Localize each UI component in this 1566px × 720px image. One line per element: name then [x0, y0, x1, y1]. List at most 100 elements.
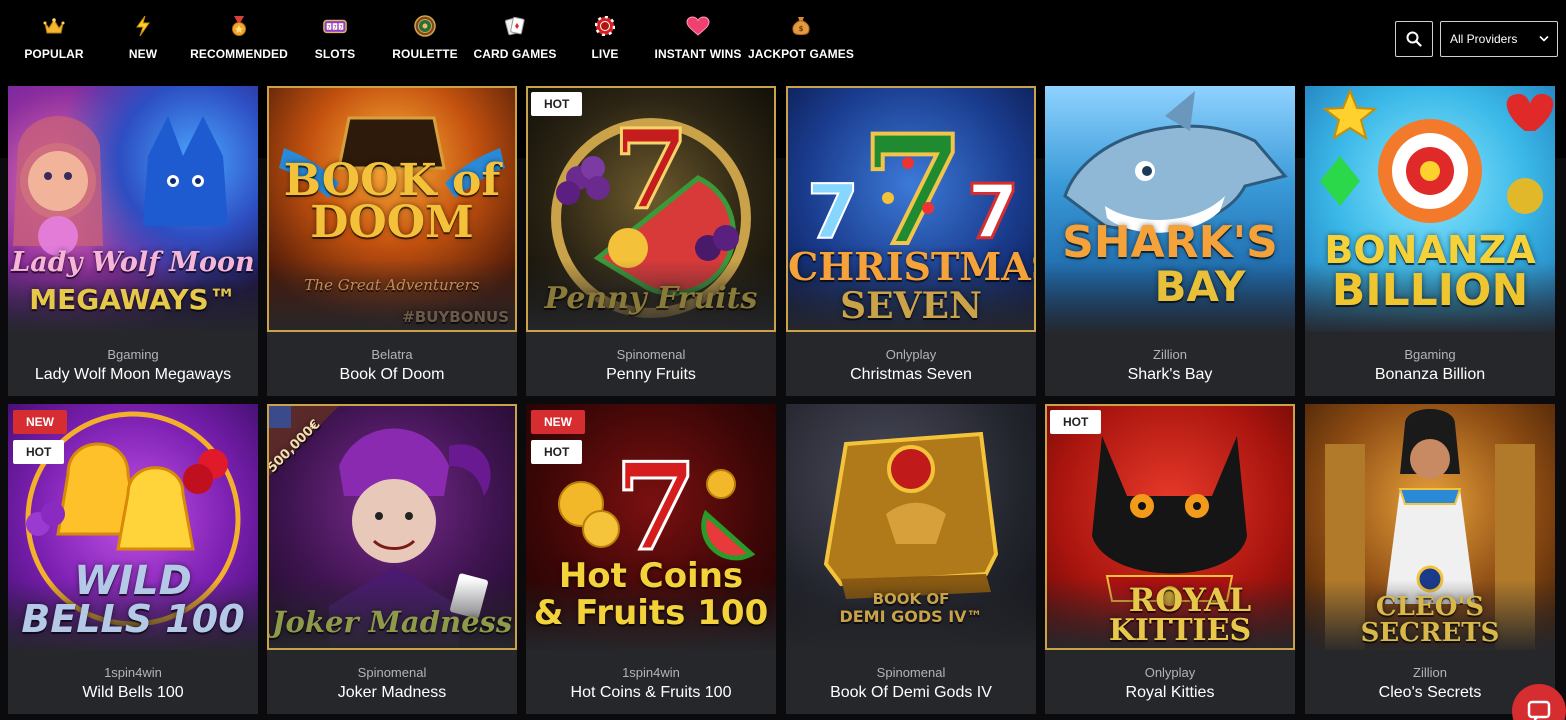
art-logo: Hot Coins: [558, 556, 744, 596]
svg-text:7: 7: [327, 25, 331, 31]
nav-item-slots[interactable]: 777 SLOTS: [314, 0, 356, 86]
chip-icon: [593, 14, 617, 38]
art-logo-sub: The Great Adventurers: [304, 276, 480, 294]
game-card[interactable]: Lady Wolf Moon MEGAWAYS™ Bgaming Lady Wo…: [8, 86, 258, 396]
game-provider: 1spin4win: [104, 665, 162, 680]
new-badge: NEW: [13, 410, 67, 434]
game-thumbnail: 7 Penny Fruits: [526, 86, 776, 332]
art-logo: WILD: [74, 558, 192, 604]
search-button[interactable]: [1395, 21, 1433, 57]
game-title: Royal Kitties: [1125, 684, 1215, 701]
art-logo-sub: MEGAWAYS™: [29, 283, 237, 316]
crown-icon: [42, 14, 66, 38]
game-provider: Spinomenal: [876, 665, 946, 680]
game-card[interactable]: BOOK OF DEMI GODS IV™ Spinomenal Book Of…: [786, 404, 1036, 714]
hot-badge: HOT: [1050, 410, 1102, 434]
search-icon: [1406, 31, 1422, 47]
game-title: Hot Coins & Fruits 100: [570, 684, 732, 701]
nav-item-roulette[interactable]: ROULETTE: [392, 0, 458, 86]
game-provider: Zillion: [1153, 347, 1187, 362]
game-provider: Spinomenal: [357, 665, 427, 680]
art-logo-sub: BILLION: [1331, 265, 1529, 316]
art-logo: BONANZA: [1324, 228, 1536, 272]
nav-item-instant-wins[interactable]: INSTANT WINS: [655, 0, 741, 86]
game-card[interactable]: 7 7 7 CHRISTMAS SEVEN Onlyplay Christmas…: [786, 86, 1036, 396]
nav-label: ROULETTE: [392, 47, 458, 61]
art-logo-sub: & Fruits 100: [533, 593, 769, 633]
nav-label: JACKPOT GAMES: [748, 47, 854, 61]
nav-label: LIVE: [591, 47, 619, 61]
game-provider: 1spin4win: [622, 665, 680, 680]
game-title: Book Of Demi Gods IV: [830, 684, 992, 701]
game-thumbnail: ROYAL KITTIES: [1045, 404, 1295, 650]
art-logo: CHRISTMAS: [788, 244, 1036, 289]
game-card[interactable]: BONANZA BILLION Bgaming Bonanza Billion: [1305, 86, 1555, 396]
nav-item-popular[interactable]: POPULAR: [24, 0, 84, 86]
game-provider: Bgaming: [107, 347, 159, 362]
art-logo: ROYAL: [1128, 581, 1252, 619]
game-card[interactable]: 7 Penny Fruits HOT Spinomenal Penny Frui…: [526, 86, 776, 396]
money-bag-icon: $: [789, 14, 813, 38]
game-card[interactable]: CLEO'S SECRETS Zillion Cleo's Secrets: [1305, 404, 1555, 714]
game-card[interactable]: ROYAL KITTIES HOT Onlyplay Royal Kitties: [1045, 404, 1295, 714]
art-tag: #BUYBONUS: [402, 308, 509, 326]
game-thumbnail: 500,000€ Joker Madness: [267, 404, 517, 650]
roulette-icon: [413, 14, 437, 38]
game-card[interactable]: SHARK'S BAY Zillion Shark's Bay: [1045, 86, 1295, 396]
art-logo: Penny Fruits: [544, 281, 758, 316]
nav-label: NEW: [128, 47, 158, 61]
svg-text:7: 7: [333, 25, 337, 31]
hot-badge: HOT: [531, 92, 583, 116]
provider-select[interactable]: All Providers: [1440, 21, 1558, 57]
game-title: Lady Wolf Moon Megaways: [34, 366, 232, 383]
art-logo-sub: BAY: [1154, 262, 1246, 311]
nav-label: SLOTS: [314, 47, 356, 61]
hot-badge: HOT: [531, 440, 583, 464]
game-provider: Spinomenal: [616, 347, 686, 362]
new-badge: NEW: [531, 410, 585, 434]
art-logo-sub: KITTIES: [1108, 613, 1252, 648]
svg-text:$: $: [799, 25, 804, 33]
game-card[interactable]: WILD BELLS 100 NEW HOT 1spin4win Wild Be…: [8, 404, 258, 714]
svg-text:7: 7: [339, 25, 343, 31]
game-thumbnail: BONANZA BILLION: [1305, 86, 1555, 332]
game-title: Book Of Doom: [339, 366, 445, 383]
nav-item-recommended[interactable]: RECOMMENDED: [190, 0, 288, 86]
game-thumbnail: Lady Wolf Moon MEGAWAYS™: [8, 86, 258, 332]
game-card[interactable]: BOOK of DOOM The Great Adventurers #BUYB…: [267, 86, 517, 396]
nav-item-jackpot-games[interactable]: $ JACKPOT GAMES: [748, 0, 854, 86]
cards-icon: [503, 14, 527, 38]
game-title: Penny Fruits: [606, 366, 696, 383]
nav-label: POPULAR: [24, 47, 84, 61]
nav-item-new[interactable]: NEW: [128, 0, 158, 86]
nav-label: CARD GAMES: [473, 47, 557, 61]
game-card[interactable]: 500,000€ Joker Madness Spinomenal Joker …: [267, 404, 517, 714]
art-logo: Lady Wolf Moon: [11, 247, 255, 278]
game-title: Bonanza Billion: [1374, 366, 1486, 383]
heart-icon: [686, 14, 710, 38]
hot-badge: HOT: [13, 440, 65, 464]
art-logo-sub: BELLS 100: [21, 597, 245, 641]
game-provider: Onlyplay: [1144, 665, 1196, 680]
nav-label: INSTANT WINS: [654, 47, 742, 61]
nav-item-live[interactable]: LIVE: [591, 0, 619, 86]
svg-text:7: 7: [967, 168, 1019, 256]
top-bar: POPULAR NEW RECOMMENDED 777 SLOTS ROULET…: [0, 0, 1566, 86]
medal-icon: [227, 14, 251, 38]
provider-select-value: All Providers: [1450, 32, 1518, 46]
game-title: Wild Bells 100: [82, 684, 184, 701]
nav-item-card-games[interactable]: CARD GAMES: [473, 0, 556, 86]
game-card[interactable]: 7 Hot Coins & Fruits 100 NEW HOT 1spin4w…: [526, 404, 776, 714]
game-provider: Belatra: [371, 347, 413, 362]
lightning-icon: [131, 14, 155, 38]
game-title: Joker Madness: [337, 684, 447, 701]
game-title: Shark's Bay: [1127, 366, 1213, 383]
game-thumbnail: CLEO'S SECRETS: [1305, 404, 1555, 650]
game-thumbnail: BOOK of DOOM The Great Adventurers #BUYB…: [267, 86, 517, 332]
chevron-down-icon: [1539, 35, 1549, 42]
art-logo: CLEO'S SECRETS: [1360, 592, 1500, 648]
nav-label: RECOMMENDED: [190, 47, 288, 61]
game-title: Christmas Seven: [850, 366, 972, 383]
slot-machine-icon: 777: [323, 14, 347, 38]
game-provider: Bgaming: [1404, 347, 1456, 362]
